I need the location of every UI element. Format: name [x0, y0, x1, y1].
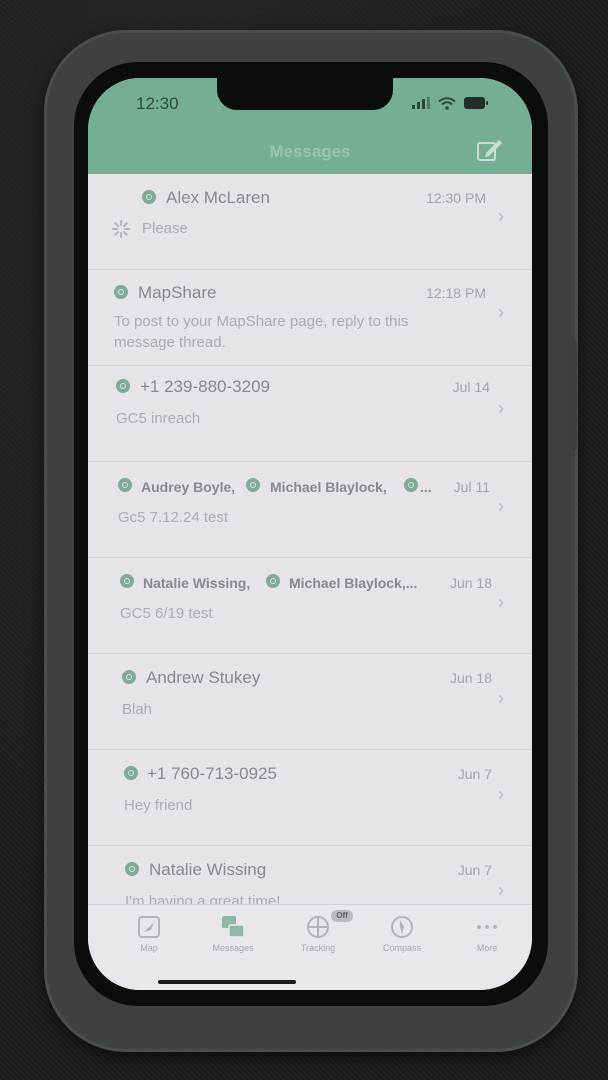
- contact-icon: [266, 574, 280, 588]
- conversation-row-alex-mclaren[interactable]: Alex McLaren 12:30 PM Please ›: [88, 174, 532, 270]
- wifi-icon: [438, 96, 456, 110]
- conversation-time: Jun 18: [449, 670, 492, 686]
- contact-icon: [122, 670, 136, 684]
- contact-icon: [125, 862, 139, 876]
- conversation-name: +1 239-880-3209: [140, 377, 270, 396]
- compass-icon: [391, 916, 413, 938]
- conversation-time: 12:30 PM: [426, 190, 486, 206]
- chevron-right-icon: ›: [498, 688, 504, 708]
- phone-screen: 12:30 Messages Alex McLaren 12:30 PM Ple…: [88, 78, 532, 990]
- conversation-row-phone-760[interactable]: +1 760-713-0925 Jun 7 Hey friend ›: [88, 750, 532, 846]
- more-icon: [477, 925, 497, 929]
- contact-icon: [124, 766, 138, 780]
- conversation-row-andrew-stukey[interactable]: Andrew Stukey Jun 18 Blah ›: [88, 654, 532, 750]
- tab-messages[interactable]: Messages: [198, 915, 268, 953]
- conversation-time: Jun 7: [457, 766, 492, 782]
- status-time: 12:30: [136, 94, 179, 113]
- conversation-preview: Please: [142, 220, 188, 237]
- conversation-preview: Hey friend: [124, 797, 193, 814]
- messages-icon: [222, 916, 245, 938]
- status-bar: 12:30: [88, 78, 532, 134]
- conversation-time: Jul 11: [453, 479, 490, 495]
- contact-icon: [118, 478, 132, 492]
- camera-notch: [217, 78, 393, 110]
- conversation-name: Natalie Wissing: [149, 860, 267, 879]
- tab-label: Messages: [212, 943, 254, 953]
- page-title: Messages: [269, 142, 351, 161]
- status-icons: [412, 96, 488, 110]
- chevron-right-icon: ›: [498, 496, 504, 516]
- chevron-right-icon: ›: [498, 880, 504, 900]
- tracking-off-badge: Off: [331, 910, 353, 922]
- home-indicator[interactable]: [158, 980, 296, 984]
- conversation-preview: To post to your MapShare page, reply to …: [114, 313, 409, 351]
- chevron-right-icon: ›: [498, 592, 504, 612]
- conversation-name: +1 760-713-0925: [147, 764, 277, 783]
- conversation-time: Jun 7: [457, 862, 492, 878]
- chevron-right-icon: ›: [498, 302, 504, 322]
- chevron-right-icon: ›: [498, 206, 504, 226]
- tab-label: More: [476, 943, 498, 953]
- mapshare-icon: [114, 285, 128, 299]
- conversation-preview: Gc5 7.12.24 test: [118, 509, 229, 526]
- tab-label: Tracking: [300, 943, 336, 953]
- conversation-time: 12:18 PM: [426, 285, 486, 301]
- conversation-time: Jul 14: [452, 379, 490, 395]
- name-overflow: ...: [420, 479, 432, 495]
- side-button: [571, 340, 577, 450]
- conversation-row-phone-239[interactable]: +1 239-880-3209 Jul 14 GC5 inreach ›: [88, 366, 532, 462]
- conversation-list: Alex McLaren 12:30 PM Please › MapShare …: [88, 174, 532, 941]
- navigation-bar: Messages: [88, 134, 532, 174]
- conversation-name: Michael Blaylock,...: [289, 575, 418, 591]
- contact-icon: [120, 574, 134, 588]
- chevron-right-icon: ›: [498, 784, 504, 804]
- contact-icon: [404, 478, 418, 492]
- compose-icon[interactable]: [476, 138, 504, 164]
- conversation-name: Andrew Stukey: [146, 668, 261, 687]
- contact-icon: [116, 379, 130, 393]
- conversation-name: Audrey Boyle,: [141, 479, 236, 495]
- contact-icon: [246, 478, 260, 492]
- conversation-name: Alex McLaren: [166, 188, 270, 207]
- conversation-name: Michael Blaylock,: [270, 479, 387, 495]
- conversation-row-group-audrey[interactable]: Audrey Boyle, Michael Blaylock, ... Jul …: [88, 462, 532, 558]
- map-icon: [138, 916, 160, 938]
- tab-compass[interactable]: Compass: [367, 915, 437, 953]
- conversation-row-mapshare[interactable]: MapShare 12:18 PM To post to your MapSha…: [88, 270, 532, 366]
- conversation-time: Jun 18: [449, 575, 492, 591]
- tab-map[interactable]: Map: [114, 915, 184, 953]
- sending-spinner-icon: [112, 220, 130, 238]
- conversation-name: Natalie Wissing,: [143, 575, 251, 591]
- conversation-preview: GC5 6/19 test: [120, 605, 213, 622]
- signal-icon: [412, 97, 430, 109]
- conversation-row-group-natalie[interactable]: Natalie Wissing, Michael Blaylock,... Ju…: [88, 558, 532, 654]
- contact-icon: [142, 190, 156, 204]
- conversation-preview: Blah: [122, 701, 153, 718]
- tab-label: Compass: [382, 943, 421, 953]
- chevron-right-icon: ›: [498, 398, 504, 418]
- conversation-name: MapShare: [138, 283, 217, 302]
- conversation-preview: GC5 inreach: [116, 410, 201, 427]
- tab-bar: Map Messages Tracking Compass More: [88, 904, 532, 990]
- tab-label: Map: [140, 943, 158, 953]
- tracking-icon: [307, 916, 329, 938]
- battery-icon: [464, 97, 488, 109]
- tab-more[interactable]: More: [452, 915, 522, 953]
